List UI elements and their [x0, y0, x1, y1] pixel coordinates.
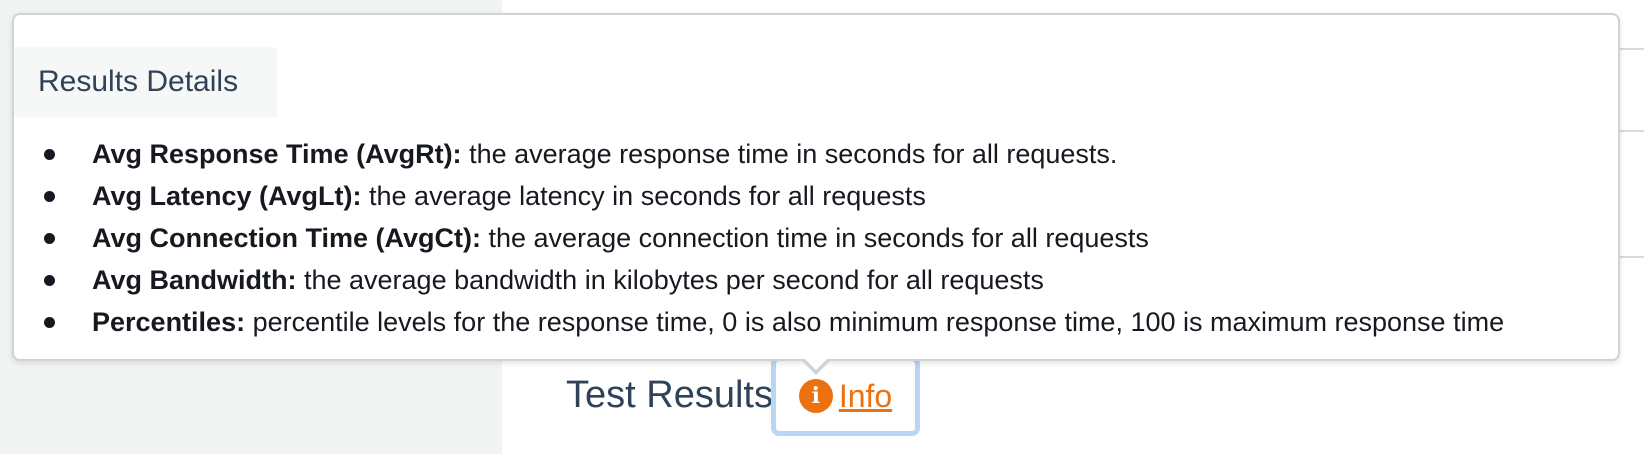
- item-description: percentile levels for the response time,…: [245, 307, 1505, 337]
- list-item: Avg Latency (AvgLt): the average latency…: [38, 175, 1504, 217]
- info-circle-icon: i: [798, 379, 833, 413]
- bullet-icon: [44, 275, 55, 286]
- item-term: Percentiles:: [92, 307, 246, 337]
- bullet-icon: [44, 191, 55, 202]
- popover-header: Results Details: [14, 47, 277, 117]
- item-term: Avg Bandwidth:: [92, 265, 297, 295]
- list-item: Avg Connection Time (AvgCt): the average…: [38, 217, 1504, 259]
- item-term: Avg Connection Time (AvgCt):: [92, 223, 481, 253]
- details-list: Avg Response Time (AvgRt): the average r…: [38, 133, 1504, 343]
- list-item: Avg Bandwidth: the average bandwidth in …: [38, 259, 1504, 301]
- item-term: Avg Latency (AvgLt):: [92, 181, 362, 211]
- popover-arrow-fill: [803, 357, 829, 370]
- bullet-icon: [44, 149, 55, 160]
- item-description: the average connection time in seconds f…: [481, 223, 1149, 253]
- list-item: Percentiles: percentile levels for the r…: [38, 301, 1504, 343]
- item-description: the average response time in seconds for…: [461, 139, 1118, 169]
- popover-title: Results Details: [38, 65, 239, 98]
- results-details-popover: Results Details Avg Response Time (AvgRt…: [12, 13, 1620, 361]
- info-link-label: Info: [838, 378, 893, 414]
- item-description: the average latency in seconds for all r…: [361, 181, 926, 211]
- item-description: the average bandwidth in kilobytes per s…: [296, 265, 1044, 295]
- bullet-icon: [44, 233, 55, 244]
- list-item: Avg Response Time (AvgRt): the average r…: [38, 133, 1504, 175]
- info-link[interactable]: i Info: [771, 356, 920, 436]
- item-term: Avg Response Time (AvgRt):: [92, 139, 462, 169]
- bullet-icon: [44, 317, 55, 328]
- page-title: Test Results: [566, 374, 773, 416]
